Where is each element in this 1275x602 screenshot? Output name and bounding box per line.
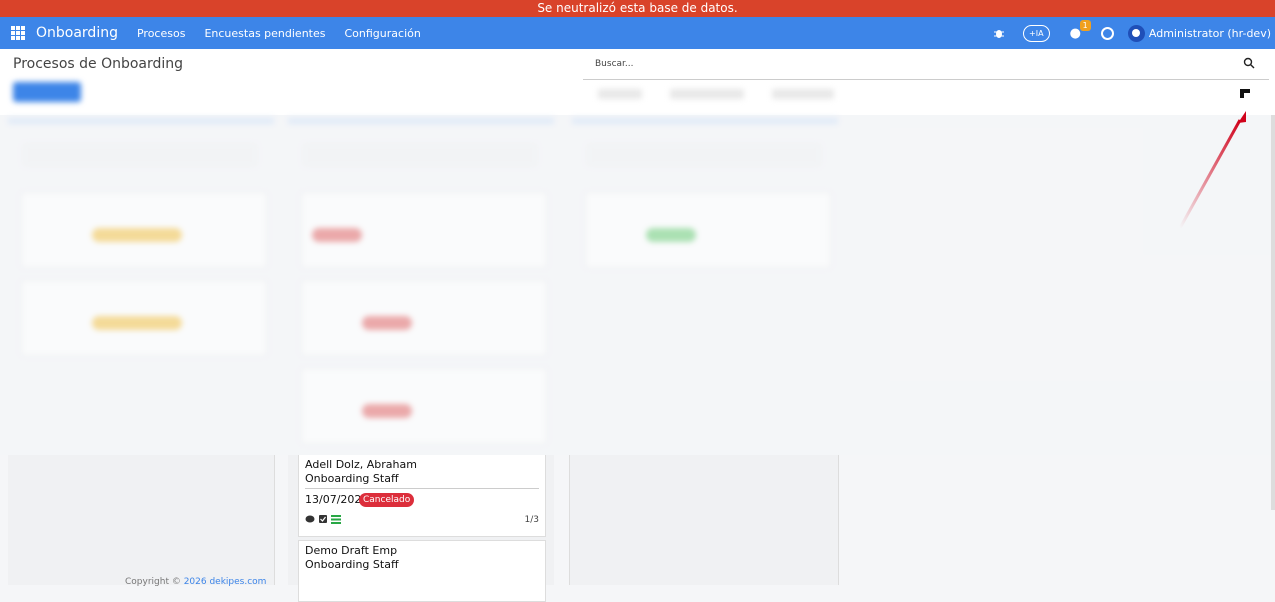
ai-label: +IA <box>1029 28 1044 38</box>
employee-name: Adell Dolz, Abraham <box>305 458 417 471</box>
card-divider <box>305 488 539 489</box>
comment-icon[interactable] <box>305 515 315 524</box>
tasks-list-icon[interactable] <box>331 515 341 524</box>
apps-menu-icon[interactable] <box>11 26 25 40</box>
footer-link[interactable]: 2026 dekipes.com <box>184 577 267 587</box>
side-panel-icon <box>1240 89 1250 98</box>
debug-bug-icon[interactable] <box>993 27 1005 39</box>
annotation-arrow <box>1178 111 1246 229</box>
column-bg <box>569 455 839 585</box>
search-input[interactable]: Buscar... <box>595 59 634 69</box>
page-title: Procesos de Onboarding <box>13 56 184 72</box>
chat-icon[interactable]: ● 1 <box>1070 19 1091 41</box>
footer-copyright: Copyright © 2026 dekipes.com <box>125 577 266 587</box>
scrollbar[interactable] <box>1271 115 1275 510</box>
status-badge: Cancelado <box>359 493 415 507</box>
search-bar[interactable]: Buscar... <box>583 49 1269 80</box>
menu-procesos[interactable]: Procesos <box>137 27 185 40</box>
employee-role: Onboarding Staff <box>305 472 399 485</box>
employee-role: Onboarding Staff <box>305 558 399 571</box>
menu-encuestas-pendientes[interactable]: Encuestas pendientes <box>204 27 325 40</box>
chat-count-badge: 1 <box>1079 19 1091 31</box>
search-icon[interactable] <box>1243 57 1255 69</box>
ai-toggle-button[interactable]: +IA <box>1023 24 1050 42</box>
blur-overlay <box>0 115 1275 455</box>
neutralized-banner: Se neutralizó esta base de datos. <box>0 0 1275 17</box>
employee-name: Demo Draft Emp <box>305 544 398 557</box>
kanban-board: Adell Dolz, Abraham Onboarding Staff 13/… <box>0 115 1275 602</box>
top-navbar: Onboarding Procesos Encuestas pendientes… <box>0 17 1275 49</box>
progress-count: 1/3 <box>524 515 539 525</box>
app-brand[interactable]: Onboarding <box>36 25 118 41</box>
column-bg <box>8 455 275 585</box>
checkbox-icon[interactable] <box>318 515 328 524</box>
kanban-card[interactable]: Adell Dolz, Abraham Onboarding Staff 13/… <box>298 455 546 537</box>
user-avatar[interactable] <box>1127 24 1145 42</box>
user-menu[interactable]: Administrator (hr-dev) <box>1149 27 1271 40</box>
menu-configuracion[interactable]: Configuración <box>345 27 421 40</box>
footer-prefix: Copyright © <box>125 577 184 587</box>
kanban-card[interactable]: Demo Draft Emp Onboarding Staff <box>298 540 546 602</box>
side-panel-button[interactable] <box>1224 81 1266 107</box>
activity-clock-icon[interactable] <box>1100 26 1114 40</box>
control-panel: Procesos de Onboarding Buscar... <box>0 49 1275 115</box>
